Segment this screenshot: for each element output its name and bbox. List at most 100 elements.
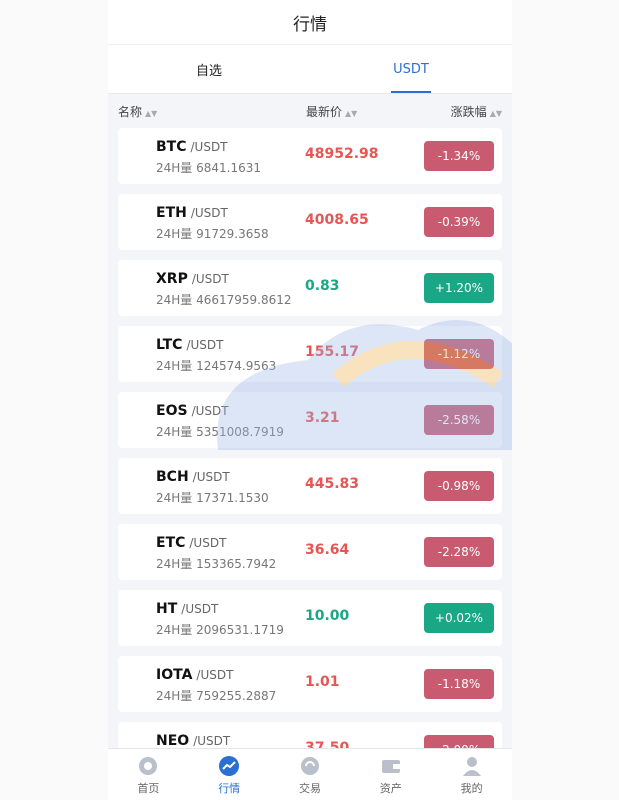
- pair-volume: 24H量 46617959.8612: [156, 293, 292, 307]
- pair-price: 10.00: [305, 608, 350, 624]
- pair-price: 445.83: [305, 476, 360, 492]
- pair-quote: /USDT: [196, 668, 234, 682]
- sort-icon: ▲▼: [145, 108, 158, 118]
- market-row[interactable]: BTC/USDT 24H量 6841.1631 48952.98 -1.34%: [118, 128, 502, 184]
- change-badge: -0.39%: [424, 207, 494, 237]
- change-badge: -1.12%: [424, 339, 494, 369]
- tabbar-label: 资产: [379, 781, 402, 795]
- pair-info: IOTA/USDT 24H量 759255.2887: [156, 664, 276, 704]
- pair-symbol: XRP: [156, 271, 188, 287]
- pair-quote: /USDT: [191, 272, 229, 286]
- pair-price: 155.17: [305, 344, 360, 360]
- pair-quote: /USDT: [190, 140, 228, 154]
- pair-quote: /USDT: [193, 734, 231, 748]
- column-change-label: 涨跌幅: [450, 104, 487, 119]
- pair-price: 0.83: [305, 278, 340, 294]
- tab-label: USDT: [393, 61, 429, 77]
- pair-volume: 24H量 6841.1631: [156, 161, 262, 175]
- market-row[interactable]: IOTA/USDT 24H量 759255.2887 1.01 -1.18%: [118, 656, 502, 712]
- tabbar-home[interactable]: 首页: [108, 749, 189, 800]
- change-badge: +0.02%: [424, 603, 494, 633]
- pair-symbol: LTC: [156, 337, 183, 353]
- trade-icon: [300, 756, 319, 775]
- column-price-label: 最新价: [306, 104, 343, 119]
- market-row[interactable]: BCH/USDT 24H量 17371.1530 445.83 -0.98%: [118, 458, 502, 514]
- home-icon: [139, 756, 158, 775]
- pair-volume: 24H量 2096531.1719: [156, 623, 284, 637]
- user-icon: [462, 756, 481, 776]
- pair-info: ETC/USDT 24H量 153365.7942: [156, 532, 276, 572]
- market-row[interactable]: EOS/USDT 24H量 5351008.7919 3.21 -2.58%: [118, 392, 502, 448]
- pair-quote: /USDT: [186, 338, 224, 352]
- pair-symbol: HT: [156, 601, 178, 617]
- tab-favorites[interactable]: 自选: [108, 45, 310, 93]
- tabbar-label: 首页: [137, 781, 160, 795]
- pair-info: XRP/USDT 24H量 46617959.8612: [156, 268, 292, 308]
- pair-volume: 24H量 5351008.7919: [156, 425, 284, 439]
- page-title: 行情: [293, 14, 327, 35]
- pair-price: 3.21: [305, 410, 340, 426]
- change-badge: -1.18%: [424, 669, 494, 699]
- pair-volume: 24H量 124574.9563: [156, 359, 277, 373]
- pair-symbol: NEO: [156, 733, 190, 749]
- market-app: 行情 自选 USDT 名称 ▲▼ 最新价 ▲▼ 涨跌幅 ▲▼ BTC/USDT 24H量…: [108, 0, 512, 800]
- market-tabs: 自选 USDT: [108, 45, 512, 94]
- market-chart-icon: [219, 755, 240, 776]
- market-list: BTC/USDT 24H量 6841.1631 48952.98 -1.34% ETH /…: [108, 128, 512, 778]
- bottom-tabbar: 首页 行情 交易 资产 我的: [108, 748, 512, 800]
- tabbar-market[interactable]: 行情: [189, 749, 270, 800]
- pair-symbol: ETC: [156, 535, 186, 551]
- pair-info: HT/USDT 24H量 2096531.1719: [156, 598, 284, 638]
- pair-info: LTC/USDT 24H量 124574.9563: [156, 334, 276, 374]
- pair-symbol: IOTA: [156, 667, 193, 683]
- column-name-label: 名称: [118, 104, 143, 119]
- change-badge: +1.20%: [424, 273, 494, 303]
- pair-price: 4008.65: [305, 212, 369, 228]
- tabbar-label: 行情: [218, 781, 241, 795]
- pair-volume: 24H量 17371.1530: [156, 491, 269, 505]
- page-header: 行情: [108, 0, 512, 45]
- pair-price: 36.64: [305, 542, 350, 558]
- sort-icon: ▲▼: [345, 108, 358, 118]
- tabbar-me[interactable]: 我的: [431, 749, 512, 800]
- pair-symbol: EOS: [156, 403, 188, 419]
- tabbar-label: 我的: [460, 781, 483, 795]
- pair-volume: 24H量 153365.7942: [156, 557, 277, 571]
- market-row[interactable]: ETC/USDT 24H量 153365.7942 36.64 -2.28%: [118, 524, 502, 580]
- pair-quote: /USDT: [181, 602, 219, 616]
- tab-label: 自选: [195, 63, 222, 79]
- pair-price: 1.01: [305, 674, 340, 690]
- tab-usdt[interactable]: USDT: [310, 45, 512, 93]
- sort-by-name[interactable]: 名称 ▲▼: [118, 103, 306, 120]
- tabbar-trade[interactable]: 交易: [270, 749, 351, 800]
- market-row[interactable]: LTC/USDT 24H量 124574.9563 155.17 -1.12%: [118, 326, 502, 382]
- pair-symbol: BTC: [156, 139, 187, 155]
- sort-icon: ▲▼: [489, 108, 502, 118]
- sort-by-change[interactable]: 涨跌幅 ▲▼: [451, 103, 502, 120]
- market-row[interactable]: XRP/USDT 24H量 46617959.8612 0.83 +1.20%: [118, 260, 502, 316]
- pair-quote: /USDT: [190, 206, 228, 220]
- pair-info: BCH/USDT 24H量 17371.1530: [156, 466, 269, 506]
- pair-quote: /USDT: [189, 536, 227, 550]
- pair-quote: /USDT: [192, 470, 230, 484]
- tabbar-label: 交易: [298, 781, 321, 795]
- pair-symbol: ETH: [156, 205, 187, 221]
- market-row[interactable]: HT/USDT 24H量 2096531.1719 10.00 +0.02%: [118, 590, 502, 646]
- sort-by-price[interactable]: 最新价 ▲▼: [306, 103, 451, 120]
- pair-info: ETH/USDT 24H量 91729.3658: [156, 202, 269, 242]
- pair-quote: /USDT: [191, 404, 229, 418]
- pair-volume: 24H量 759255.2887: [156, 689, 277, 703]
- wallet-icon: [381, 759, 400, 773]
- change-badge: -2.28%: [424, 537, 494, 567]
- pair-info: EOS/USDT 24H量 5351008.7919: [156, 400, 284, 440]
- market-row[interactable]: ETH/USDT 24H量 91729.3658 4008.65 -0.39%: [118, 194, 502, 250]
- pair-info: BTC/USDT 24H量 6841.1631: [156, 136, 261, 176]
- pair-symbol: BCH: [156, 469, 189, 485]
- change-badge: -2.58%: [424, 405, 494, 435]
- pair-price: 48952.98: [305, 146, 379, 162]
- change-badge: -1.34%: [424, 141, 494, 171]
- change-badge: -0.98%: [424, 471, 494, 501]
- column-header: 名称 ▲▼ 最新价 ▲▼ 涨跌幅 ▲▼: [108, 94, 512, 128]
- pair-volume: 24H量 91729.3658: [156, 227, 269, 241]
- tabbar-assets[interactable]: 资产: [350, 749, 431, 800]
